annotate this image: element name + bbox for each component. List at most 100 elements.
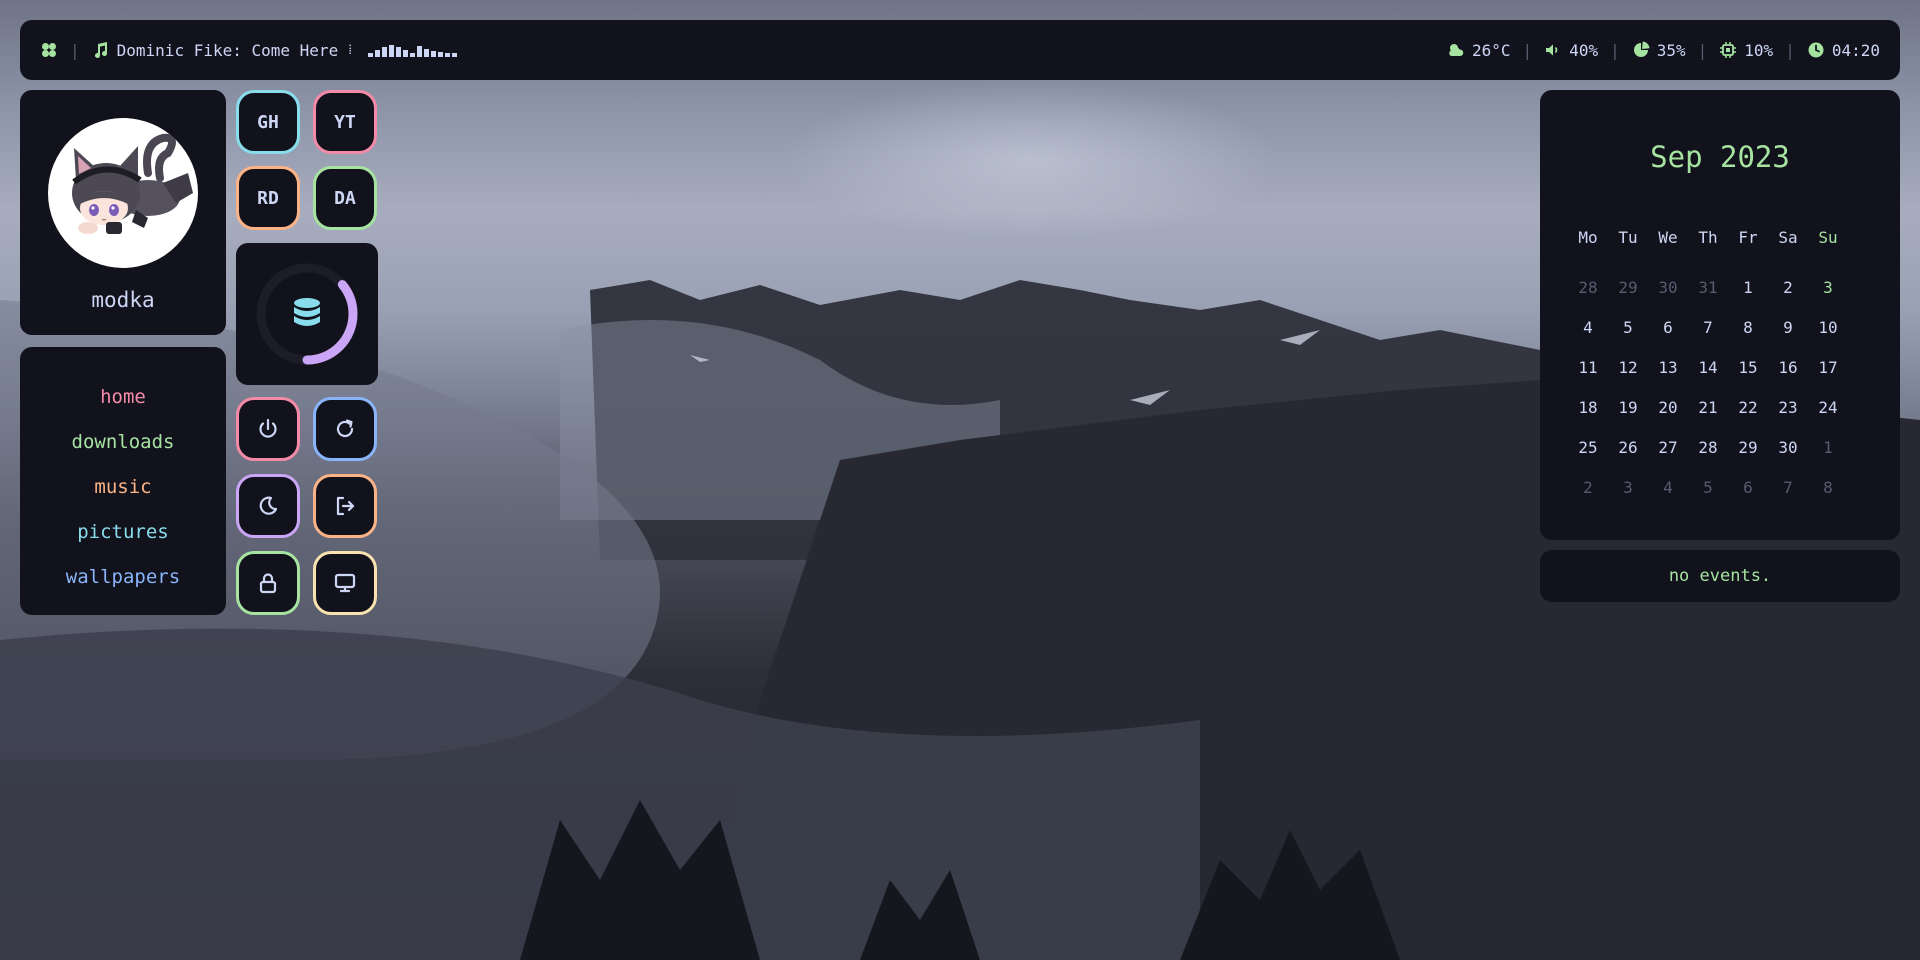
calendar-day[interactable]: 13 [1648, 348, 1688, 388]
calendar-day[interactable]: 15 [1728, 348, 1768, 388]
visualizer-bar [410, 53, 416, 57]
calendar-day-outside-month[interactable]: 2 [1568, 468, 1608, 508]
visualizer-bar [382, 47, 388, 57]
calendar-day[interactable]: 5 [1608, 308, 1648, 348]
shortcut-yt-button[interactable]: YT [313, 90, 377, 154]
profile-card: modka [20, 90, 226, 335]
calendar-day[interactable]: 25 [1568, 428, 1608, 468]
weekday-header: Th [1698, 228, 1718, 247]
weekday-header: Su [1818, 228, 1838, 247]
visualizer-bar [368, 53, 374, 57]
calendar-day-outside-month[interactable]: 30 [1648, 268, 1688, 308]
calendar-day[interactable]: 18 [1568, 388, 1608, 428]
calendar-day-outside-month[interactable]: 8 [1808, 468, 1848, 508]
disk-usage-widget [236, 243, 378, 385]
volume-status[interactable]: 40% [1544, 41, 1598, 60]
folder-link-home[interactable]: home [100, 375, 146, 420]
weather-status[interactable]: 26°C [1447, 41, 1511, 60]
shortcut-da-button[interactable]: DA [313, 166, 377, 230]
logout-icon [336, 496, 355, 516]
calendar-day[interactable]: 3 [1808, 268, 1848, 308]
folder-link-wallpapers[interactable]: wallpapers [66, 555, 180, 600]
calendar-day-outside-month[interactable]: 1 [1808, 428, 1848, 468]
folder-link-music[interactable]: music [94, 465, 151, 510]
text-cursor-icon: ⁞ [348, 41, 353, 58]
calendar-day[interactable]: 21 [1688, 388, 1728, 428]
calendar-day-outside-month[interactable]: 5 [1688, 468, 1728, 508]
calendar-day[interactable]: 19 [1608, 388, 1648, 428]
calendar-day-outside-month[interactable]: 31 [1688, 268, 1728, 308]
visualizer-bar [452, 53, 458, 57]
calendar-day[interactable]: 12 [1608, 348, 1648, 388]
calendar-day-outside-month[interactable]: 7 [1768, 468, 1808, 508]
calendar-day[interactable]: 14 [1688, 348, 1728, 388]
cpu-value: 10% [1744, 40, 1774, 60]
calendar-day[interactable]: 11 [1568, 348, 1608, 388]
folder-link-downloads[interactable]: downloads [72, 420, 175, 465]
power-button[interactable] [236, 397, 300, 461]
lock-button[interactable] [236, 551, 300, 615]
top-bar-left: | Dominic Fike: Come Here ⁞ [40, 20, 458, 80]
calendar-day[interactable]: 24 [1808, 388, 1848, 428]
clock-icon [1808, 42, 1824, 58]
database-icon [294, 298, 320, 326]
visualizer-bar [389, 45, 395, 57]
calendar-day[interactable]: 28 [1688, 428, 1728, 468]
now-playing[interactable]: Dominic Fike: Come Here [92, 41, 338, 60]
events-text: no events. [1668, 566, 1772, 586]
visualizer-bar [375, 50, 381, 57]
memory-pie-icon [1633, 41, 1650, 57]
logout-button[interactable] [313, 474, 377, 538]
reboot-button[interactable] [313, 397, 377, 461]
calendar-day[interactable]: 2 [1768, 268, 1808, 308]
username: modka [91, 288, 155, 312]
calendar-month-title: Sep 2023 [1650, 140, 1790, 174]
calendar-day[interactable]: 8 [1728, 308, 1768, 348]
calendar-day[interactable]: 29 [1728, 428, 1768, 468]
calendar-day[interactable]: 9 [1768, 308, 1808, 348]
folder-links: home downloads music pictures wallpapers [20, 347, 226, 615]
calendar-day-outside-month[interactable]: 4 [1648, 468, 1688, 508]
separator: | [1785, 40, 1795, 60]
sleep-button[interactable] [236, 474, 300, 538]
separator: | [1697, 40, 1708, 60]
calendar-day-outside-month[interactable]: 28 [1568, 268, 1608, 308]
monitor-icon [334, 573, 356, 593]
music-note-icon [94, 42, 107, 59]
memory-status[interactable]: 35% [1632, 41, 1686, 60]
folder-link-pictures[interactable]: pictures [77, 510, 169, 555]
reboot-icon [336, 419, 354, 438]
calendar-day[interactable]: 27 [1648, 428, 1688, 468]
memory-value: 35% [1656, 40, 1686, 60]
calendar-day[interactable]: 6 [1648, 308, 1688, 348]
shortcut-gh-button[interactable]: GH [236, 90, 300, 154]
calendar-widget: Sep 2023 Mo Tu We Th Fr Sa Su 28 29 30 31 1 2 3 4 5 6 7 8 9… [1540, 90, 1900, 540]
visualizer-bar [403, 50, 409, 57]
events-panel: no events. [1540, 550, 1900, 602]
cpu-status[interactable]: 10% [1719, 41, 1773, 60]
clover-icon[interactable] [40, 41, 58, 59]
calendar-day[interactable]: 30 [1768, 428, 1808, 468]
calendar-day[interactable]: 26 [1608, 428, 1648, 468]
sleep-moon-icon [259, 496, 278, 515]
display-button[interactable] [313, 551, 377, 615]
calendar-day[interactable]: 17 [1808, 348, 1848, 388]
calendar-day[interactable]: 7 [1688, 308, 1728, 348]
calendar-day-outside-month[interactable]: 6 [1728, 468, 1768, 508]
power-icon [259, 418, 277, 438]
calendar-day[interactable]: 22 [1728, 388, 1768, 428]
clock-status[interactable]: 04:20 [1807, 41, 1880, 60]
calendar-day[interactable]: 1 [1728, 268, 1768, 308]
calendar-day[interactable]: 4 [1568, 308, 1608, 348]
calendar-day[interactable]: 16 [1768, 348, 1808, 388]
calendar-day-outside-month[interactable]: 29 [1608, 268, 1648, 308]
weekday-header: Tu [1618, 228, 1638, 247]
shortcut-rd-button[interactable]: RD [236, 166, 300, 230]
calendar-day[interactable]: 10 [1808, 308, 1848, 348]
calendar-day[interactable]: 23 [1768, 388, 1808, 428]
weather-icon [1449, 44, 1464, 56]
separator: | [1522, 40, 1533, 60]
cpu-icon [1720, 42, 1737, 58]
calendar-day[interactable]: 20 [1648, 388, 1688, 428]
calendar-day-outside-month[interactable]: 3 [1608, 468, 1648, 508]
